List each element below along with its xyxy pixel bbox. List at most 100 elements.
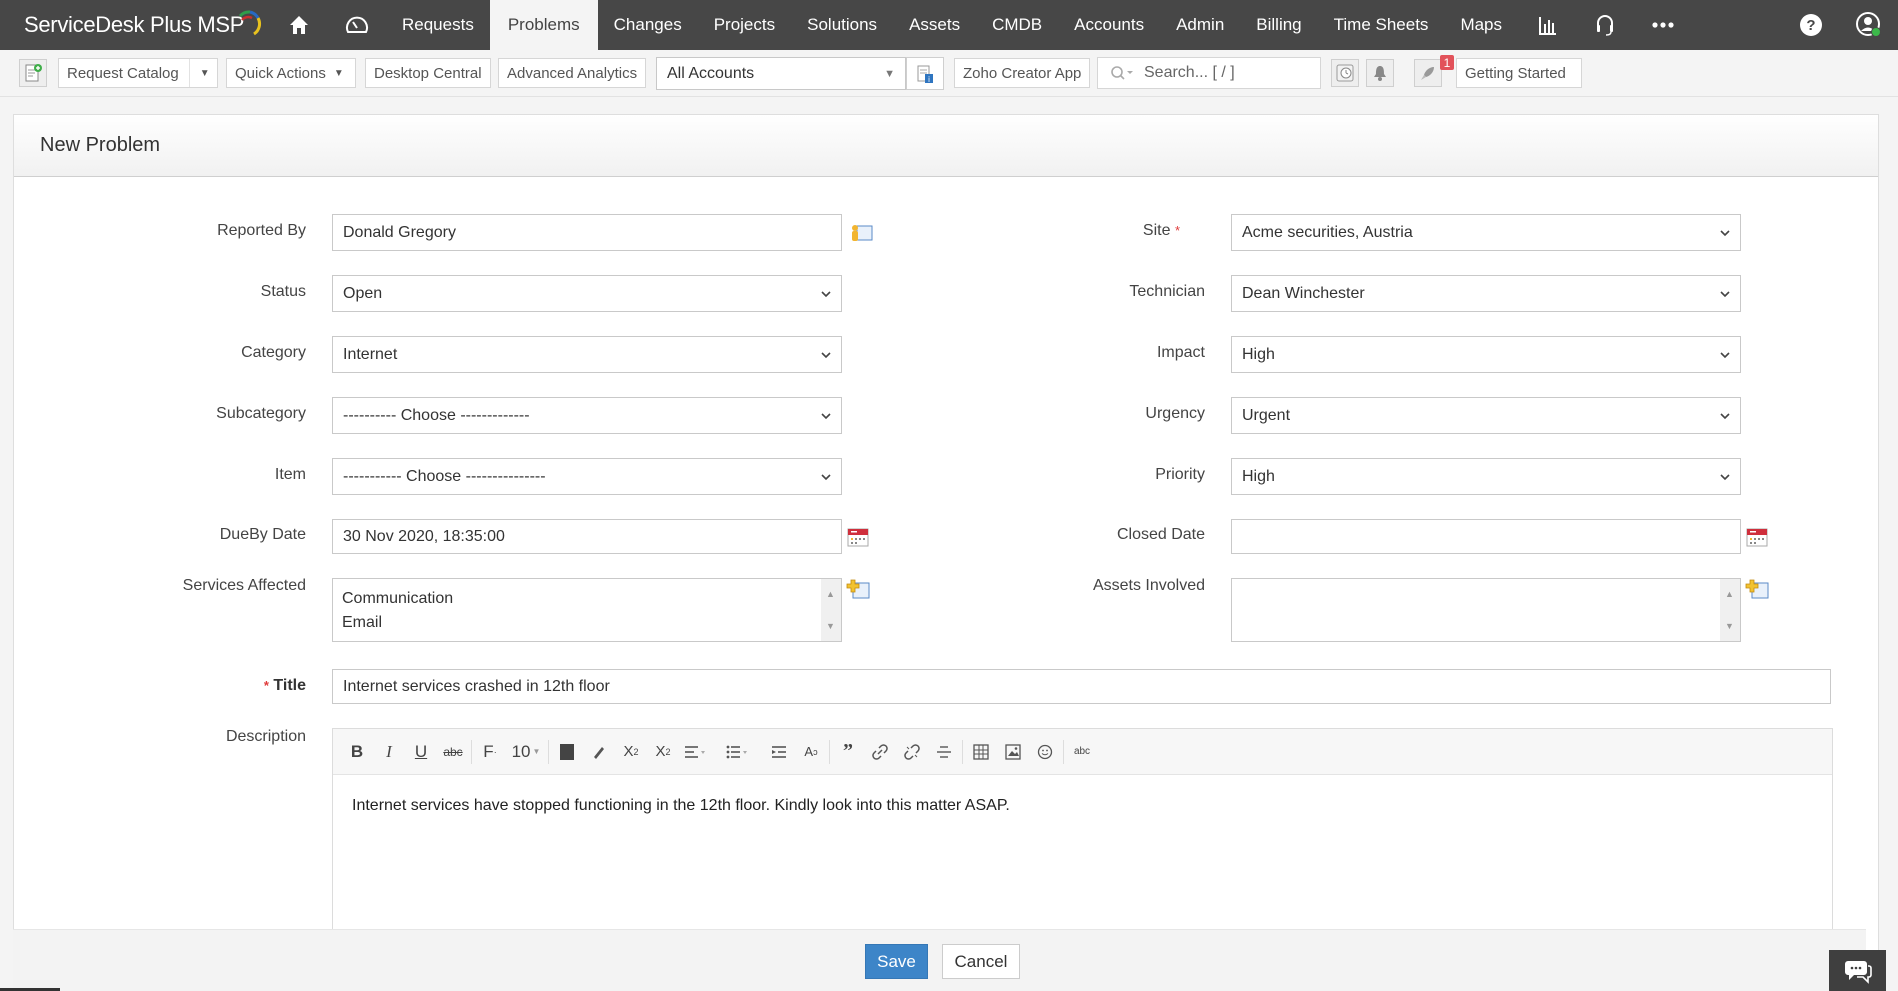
indent-icon[interactable] xyxy=(763,737,795,767)
nav-label: Time Sheets xyxy=(1333,15,1429,34)
requester-lookup-icon[interactable] xyxy=(848,222,874,244)
image-icon[interactable] xyxy=(997,737,1029,767)
urgency-select[interactable]: Urgent xyxy=(1231,397,1741,434)
add-service-icon[interactable] xyxy=(846,579,872,601)
title-input[interactable]: Internet services crashed in 12th floor xyxy=(332,669,1831,704)
table-icon[interactable] xyxy=(965,737,997,767)
scroll-down-icon[interactable]: ▼ xyxy=(826,614,835,638)
nav-cmdb[interactable]: CMDB xyxy=(976,0,1058,50)
status-select[interactable]: Open xyxy=(332,275,842,312)
add-asset-icon[interactable] xyxy=(1745,579,1771,601)
nav-solutions[interactable]: Solutions xyxy=(791,0,893,50)
unlink-icon[interactable] xyxy=(896,737,928,767)
new-request-icon[interactable] xyxy=(19,59,47,87)
sub-toolbar: Request Catalog ▼ Quick Actions ▼ Deskto… xyxy=(0,50,1898,97)
blockquote-icon[interactable]: ” xyxy=(832,737,864,767)
nav-problems[interactable]: Problems xyxy=(489,0,598,50)
nav-assets[interactable]: Assets xyxy=(893,0,976,50)
spellcheck-icon[interactable]: abc xyxy=(1066,737,1098,767)
italic-icon[interactable]: I xyxy=(373,737,405,767)
list-icon[interactable] xyxy=(721,737,753,767)
list-item[interactable]: Email xyxy=(342,611,841,635)
app-logo[interactable]: ServiceDesk Plus MSP xyxy=(0,0,270,50)
cancel-button[interactable]: Cancel xyxy=(942,944,1020,979)
search-input[interactable]: Search... [ / ] xyxy=(1097,57,1321,89)
save-button[interactable]: Save xyxy=(865,944,928,979)
nav-changes[interactable]: Changes xyxy=(598,0,698,50)
calendar-icon[interactable] xyxy=(846,526,870,548)
closed-date-input[interactable] xyxy=(1231,519,1741,554)
home-icon[interactable] xyxy=(270,0,328,50)
nav-admin[interactable]: Admin xyxy=(1160,0,1240,50)
nav-projects[interactable]: Projects xyxy=(698,0,791,50)
services-affected-list[interactable]: Communication Email ▲ ▼ xyxy=(332,578,842,642)
urgency-label: Urgency xyxy=(1145,405,1205,422)
dueby-date-input[interactable]: 30 Nov 2020, 18:35:00 xyxy=(332,519,842,554)
quick-actions-button[interactable]: Quick Actions ▼ xyxy=(226,58,356,88)
nav-billing[interactable]: Billing xyxy=(1240,0,1317,50)
link-icon[interactable] xyxy=(864,737,896,767)
description-label: Description xyxy=(225,728,306,745)
advanced-analytics-button[interactable]: Advanced Analytics xyxy=(498,58,647,88)
font-size-select[interactable]: 10 ▼ xyxy=(506,737,546,767)
chevron-down-icon xyxy=(821,473,831,480)
highlight-icon[interactable] xyxy=(583,737,615,767)
getting-started-label: Getting Started xyxy=(1465,64,1566,82)
nav-time-sheets[interactable]: Time Sheets xyxy=(1318,0,1445,50)
priority-select[interactable]: High xyxy=(1231,458,1741,495)
advanced-analytics-label: Advanced Analytics xyxy=(507,64,638,82)
rocket-icon[interactable] xyxy=(1414,59,1442,87)
search-placeholder: Search... [ / ] xyxy=(1144,64,1235,81)
nav-maps[interactable]: Maps xyxy=(1444,0,1518,50)
history-icon[interactable] xyxy=(1331,59,1359,87)
scrollbar[interactable]: ▲ ▼ xyxy=(821,579,841,641)
item-select[interactable]: ----------- Choose --------------- xyxy=(332,458,842,495)
nav-accounts[interactable]: Accounts xyxy=(1058,0,1160,50)
notification-bell-icon[interactable] xyxy=(1366,59,1394,87)
clear-format-icon[interactable]: Aɔ xyxy=(795,737,827,767)
getting-started-button[interactable]: Getting Started xyxy=(1456,58,1582,88)
account-select[interactable]: All Accounts ▼ xyxy=(656,57,906,90)
scrollbar[interactable]: ▲ ▼ xyxy=(1720,579,1740,641)
bold-icon[interactable]: B xyxy=(341,737,373,767)
description-body[interactable]: Internet services have stopped functioni… xyxy=(333,775,1832,837)
headset-icon[interactable] xyxy=(1576,0,1634,50)
subcategory-select[interactable]: ---------- Choose ------------- xyxy=(332,397,842,434)
align-icon[interactable] xyxy=(679,737,711,767)
font-family-icon[interactable]: F · xyxy=(474,737,506,767)
category-select[interactable]: Internet xyxy=(332,336,842,373)
impact-select[interactable]: High xyxy=(1231,336,1741,373)
superscript-icon[interactable]: X2 xyxy=(647,737,679,767)
impact-value: High xyxy=(1242,345,1275,363)
strikethrough-icon[interactable]: abc xyxy=(437,737,469,767)
more-icon[interactable] xyxy=(1634,0,1692,50)
help-icon[interactable]: ? xyxy=(1782,0,1840,50)
reports-icon[interactable] xyxy=(1518,0,1576,50)
chat-button[interactable] xyxy=(1829,950,1886,991)
technician-select[interactable]: Dean Winchester xyxy=(1231,275,1741,312)
site-select[interactable]: Acme securities, Austria xyxy=(1231,214,1741,251)
description-editor[interactable]: B I U abc F · 10 ▼ X2 X2 Aɔ ” abc Intern… xyxy=(332,728,1833,938)
desktop-central-button[interactable]: Desktop Central xyxy=(365,58,491,88)
zoho-creator-button[interactable]: Zoho Creator App xyxy=(954,58,1091,88)
emoji-icon[interactable] xyxy=(1029,737,1061,767)
svg-text:i: i xyxy=(928,75,930,84)
calendar-icon[interactable] xyxy=(1745,526,1769,548)
list-item[interactable]: Communication xyxy=(342,587,841,611)
request-catalog-button[interactable]: Request Catalog ▼ xyxy=(58,58,218,88)
dashboard-icon[interactable] xyxy=(328,0,386,50)
horizontal-rule-icon[interactable] xyxy=(928,737,960,767)
user-profile-icon[interactable] xyxy=(1840,0,1898,50)
page-title: New Problem xyxy=(40,134,161,156)
chevron-down-icon[interactable]: ▼ xyxy=(188,59,210,87)
scroll-up-icon[interactable]: ▲ xyxy=(1725,582,1734,606)
nav-requests[interactable]: Requests xyxy=(386,0,490,50)
underline-icon[interactable]: U xyxy=(405,737,437,767)
subscript-icon[interactable]: X2 xyxy=(615,737,647,767)
account-info-icon[interactable]: i xyxy=(906,57,944,90)
scroll-up-icon[interactable]: ▲ xyxy=(826,582,835,606)
reported-by-input[interactable]: Donald Gregory xyxy=(332,214,842,251)
assets-involved-list[interactable]: ▲ ▼ xyxy=(1231,578,1741,642)
text-color-icon[interactable] xyxy=(551,737,583,767)
scroll-down-icon[interactable]: ▼ xyxy=(1725,614,1734,638)
